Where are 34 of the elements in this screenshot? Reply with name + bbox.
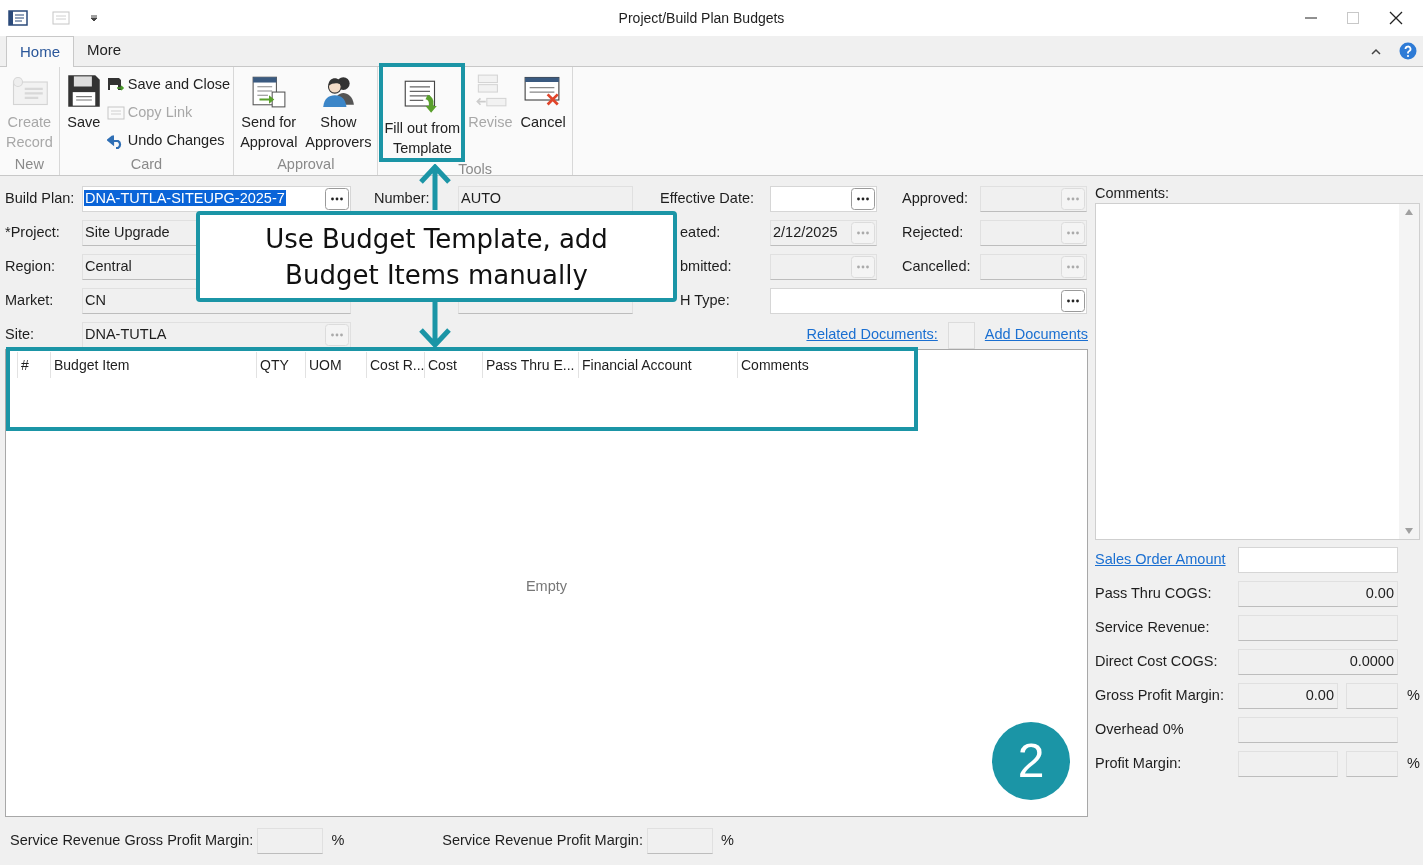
group-label: Tools [457,160,493,178]
field-label: Overhead 0% [1095,720,1185,740]
field-label: Market: [4,291,55,311]
field-label: Gross Profit Margin: [1095,686,1225,706]
group-label: New [13,155,45,174]
field-label: Effective Date: [660,189,756,209]
field-label: Region: [4,257,56,277]
window-title: Project/Build Plan Budgets [617,8,786,28]
field-label: *Project: [4,223,61,243]
unit-label: % [1407,686,1420,706]
field-label: Approved: [902,189,970,209]
group-label: Card [129,155,164,174]
field-label: eated: [679,223,722,243]
field-label: Comments: [1095,184,1171,203]
field-label: Build Plan: [4,189,76,209]
field-label: bmitted: [679,257,733,277]
unit-label: % [1407,754,1420,774]
group-label: Approval [276,155,336,174]
field-label: Service Revenue: [1095,618,1211,638]
field-label: Site: [4,325,35,345]
field-label: H Type: [679,291,731,311]
empty-message: Empty [525,577,568,597]
field-label: Service Revenue Profit Margin: [442,831,643,851]
field-label: Service Revenue Gross Profit Margin: [10,831,254,851]
unit-label: % [331,831,345,851]
field-label: Direct Cost COGS: [1095,652,1219,672]
unit-label: % [720,831,734,851]
step-badge: 2 [992,722,1070,800]
field-label: Rejected: [902,223,965,243]
field-label: Cancelled: [902,257,972,277]
field-label: Pass Thru COGS: [1095,584,1213,604]
field-label: Profit Margin: [1095,754,1183,774]
callout-tooltip: Use Budget Template, add Budget Items manually [196,211,677,302]
field-label: Number: [374,189,431,209]
